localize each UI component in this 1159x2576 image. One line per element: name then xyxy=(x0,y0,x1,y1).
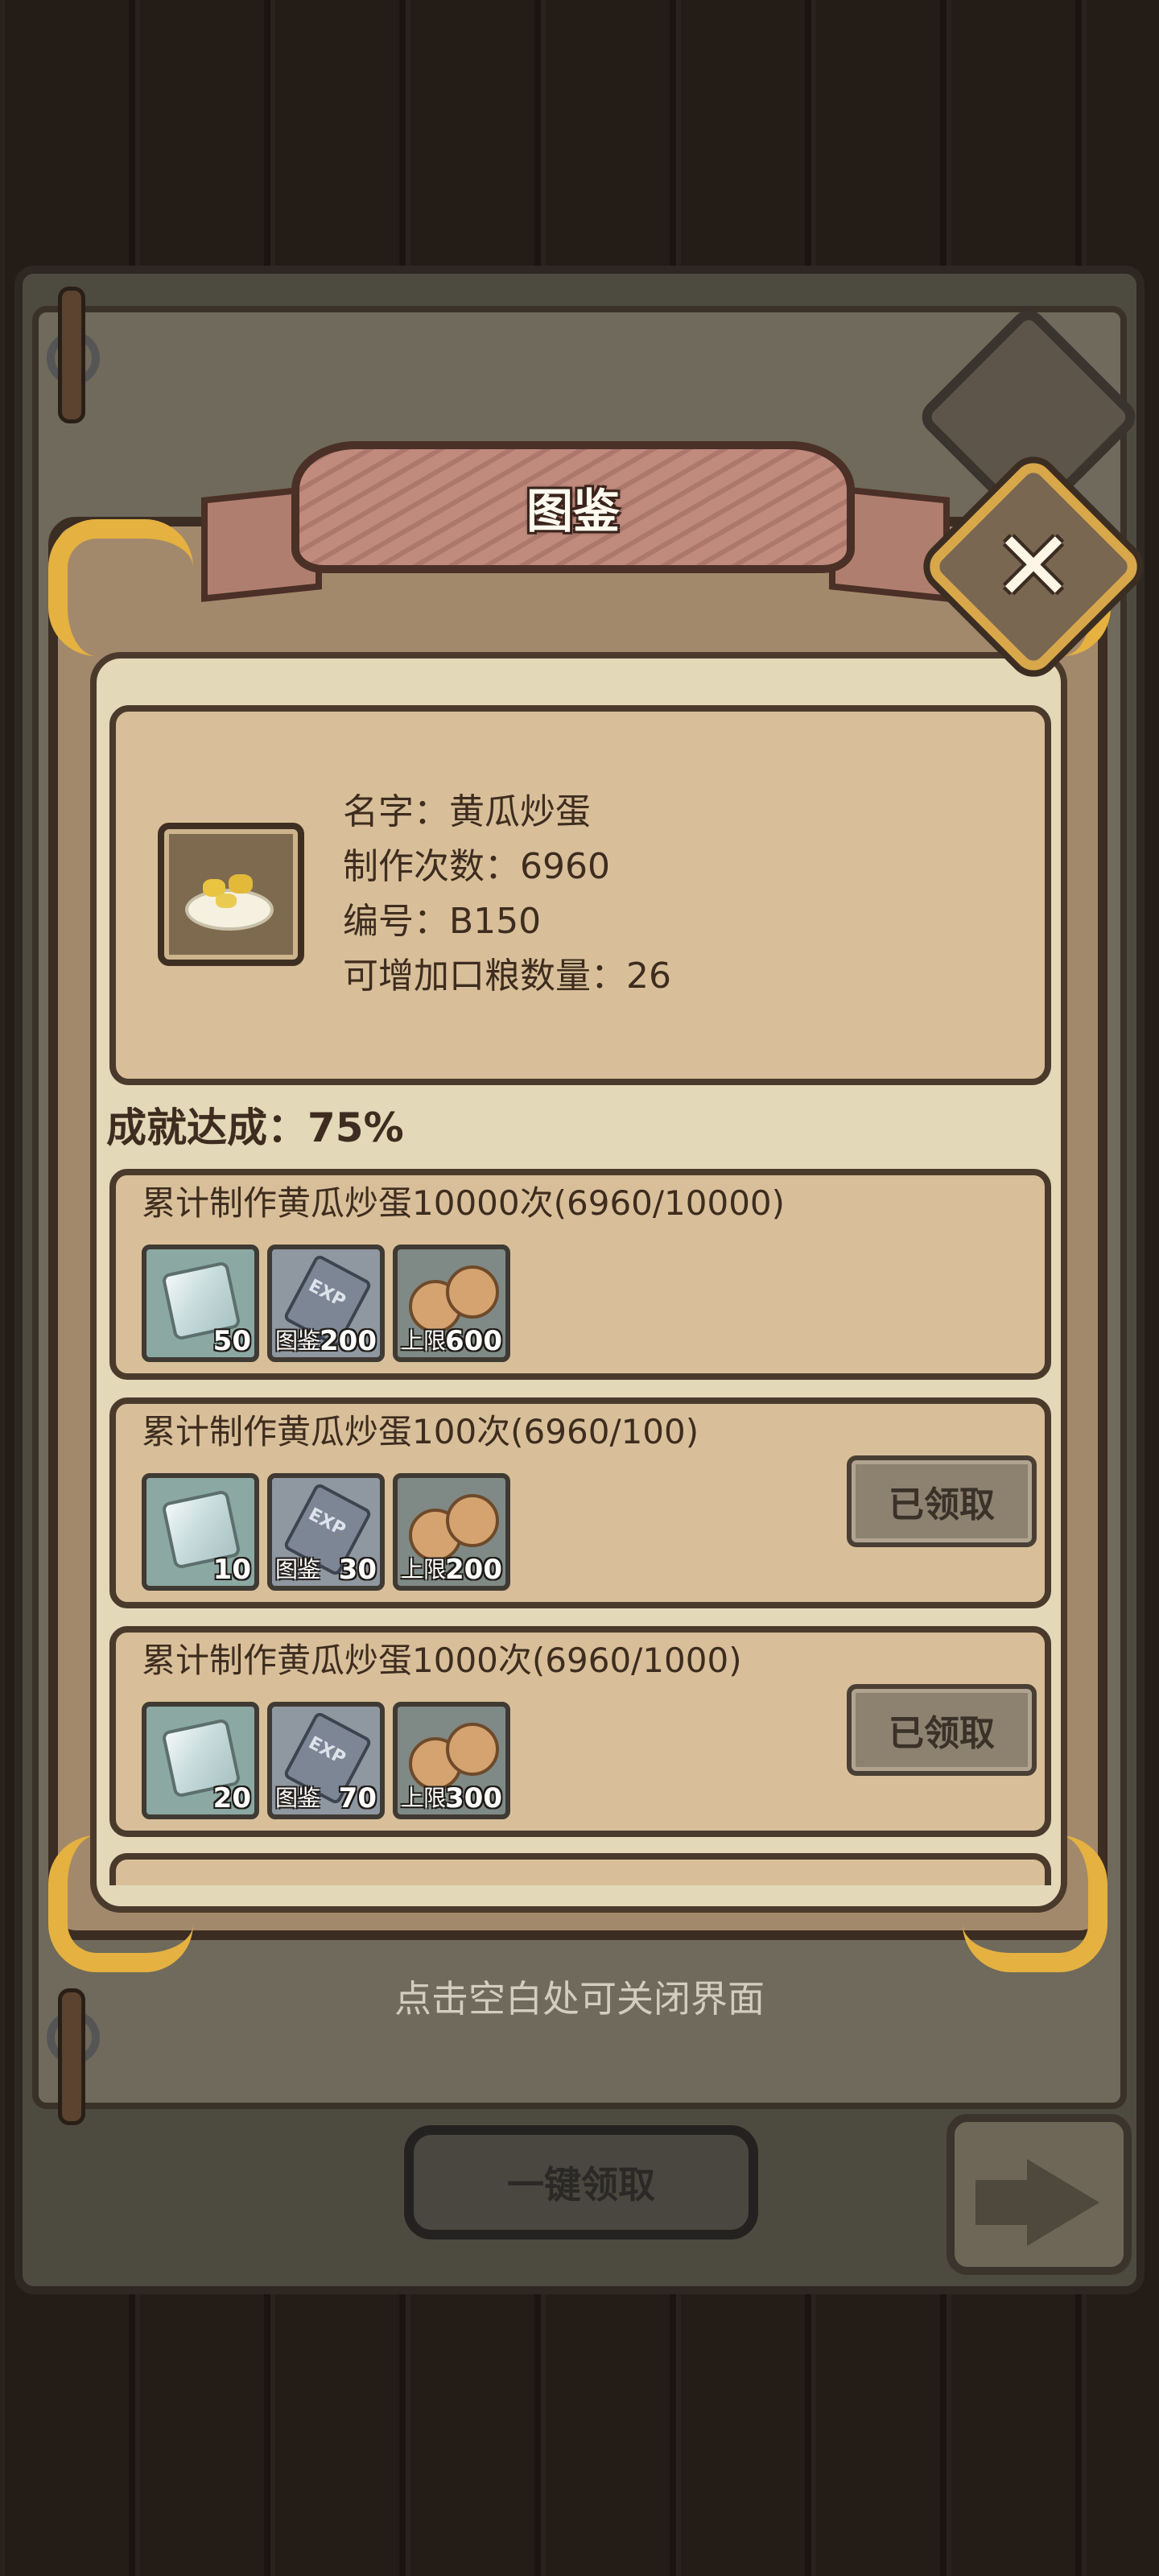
reward-gem[interactable]: 20 xyxy=(142,1702,259,1819)
egg-piece xyxy=(216,894,237,908)
reward-exp-book[interactable]: EXP 图鉴 200 xyxy=(267,1245,385,1362)
reward-tag: 图鉴 xyxy=(275,1785,321,1811)
reward-qty: 600 xyxy=(445,1325,502,1357)
reward-tag: 图鉴 xyxy=(275,1556,321,1583)
claimed-button[interactable]: 已领取 xyxy=(847,1684,1037,1776)
gold-corner xyxy=(48,519,193,656)
achievement-row-partial xyxy=(109,1853,1051,1885)
achievement-progress: 成就达成：75% xyxy=(106,1104,404,1151)
reward-qty: 200 xyxy=(445,1554,502,1586)
reward-cookie[interactable]: 上限 300 xyxy=(393,1702,510,1819)
dish-food-capacity: 可增加口粮数量：26 xyxy=(343,956,671,997)
reward-exp-book[interactable]: EXP 图鉴 70 xyxy=(267,1702,385,1819)
achievement-title: 累计制作黄瓜炒蛋100次(6960/100) xyxy=(142,1412,699,1451)
back-arrow-button[interactable] xyxy=(947,2114,1132,2275)
close-icon[interactable]: ✕ xyxy=(979,511,1088,623)
cookie-icon xyxy=(446,1494,499,1547)
reward-qty: 30 xyxy=(338,1554,377,1586)
reward-cookie[interactable]: 上限 200 xyxy=(393,1473,510,1591)
dialog-title: 图鉴 xyxy=(526,484,620,539)
reward-exp-book[interactable]: EXP 图鉴 30 xyxy=(267,1473,385,1591)
reward-tag: 上限 xyxy=(401,1556,447,1583)
reward-gem[interactable]: 10 xyxy=(142,1473,259,1591)
one-click-claim-button[interactable]: 一键领取 xyxy=(404,2125,758,2240)
reward-qty: 200 xyxy=(320,1325,377,1357)
reward-cookie[interactable]: 上限 600 xyxy=(393,1245,510,1362)
peg-icon xyxy=(58,1988,85,2125)
dish-name: 名字：黄瓜炒蛋 xyxy=(343,791,591,832)
reward-tag: 图鉴 xyxy=(275,1327,321,1354)
reward-qty: 70 xyxy=(338,1782,377,1814)
close-hint: 点击空白处可关闭界面 xyxy=(394,1977,765,2021)
reward-qty: 300 xyxy=(445,1782,502,1814)
achievement-title: 累计制作黄瓜炒蛋10000次(6960/10000) xyxy=(142,1183,786,1223)
egg-piece xyxy=(229,874,253,894)
reward-qty: 50 xyxy=(212,1325,251,1357)
reward-qty: 20 xyxy=(212,1782,251,1814)
cookie-icon xyxy=(446,1265,499,1319)
reward-tag: 上限 xyxy=(401,1785,447,1811)
cookie-icon xyxy=(446,1723,499,1776)
achievement-title: 累计制作黄瓜炒蛋1000次(6960/1000) xyxy=(142,1641,742,1680)
claimed-button[interactable]: 已领取 xyxy=(847,1455,1037,1547)
reward-qty: 10 xyxy=(212,1554,251,1586)
dish-number: 编号：B150 xyxy=(343,901,542,942)
reward-gem[interactable]: 50 xyxy=(142,1245,259,1362)
reward-tag: 上限 xyxy=(401,1327,447,1354)
peg-icon xyxy=(58,287,85,423)
arrow-right-icon xyxy=(1027,2159,1099,2246)
dish-make-count: 制作次数：6960 xyxy=(343,846,610,887)
dish-image xyxy=(158,823,304,966)
